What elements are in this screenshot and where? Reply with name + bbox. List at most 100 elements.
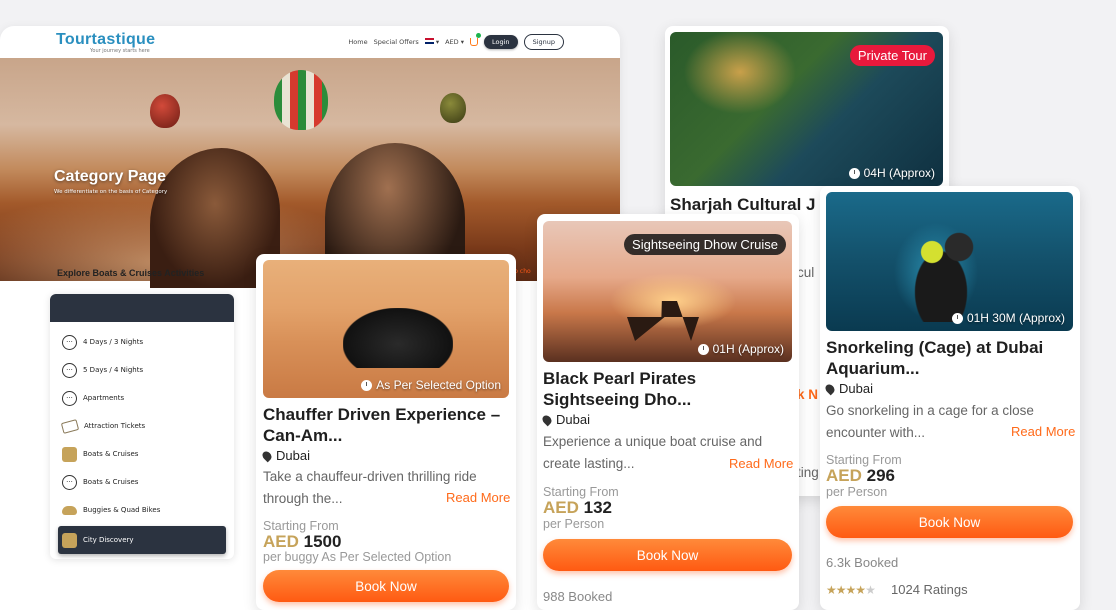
clock-icon xyxy=(697,343,709,355)
location: Dubai xyxy=(260,448,310,463)
snorkeler-image xyxy=(896,222,986,322)
currency-selector[interactable]: AED ▾ xyxy=(445,38,464,46)
explore-heading: Explore Boats & Cruises Activities xyxy=(57,268,205,278)
read-more-link[interactable]: Read More xyxy=(729,456,793,471)
balloon-image xyxy=(440,93,466,123)
price: AED 1500 xyxy=(263,532,341,552)
sidebar-item-label: Attraction Tickets xyxy=(84,422,146,430)
star-icon: ★ xyxy=(855,583,866,597)
book-now-button[interactable]: Book Now xyxy=(826,506,1073,538)
boat-icon xyxy=(62,446,77,462)
partial-booked-text: ting xyxy=(797,465,819,480)
dots-icon: ··· xyxy=(62,474,77,490)
language-selector[interactable]: ▾ xyxy=(424,38,439,46)
nav-special-offers[interactable]: Special Offers xyxy=(374,38,419,46)
starting-from-label: Starting From xyxy=(543,485,619,499)
sidebar-header xyxy=(50,294,234,322)
price-value: 132 xyxy=(583,498,613,517)
duration-text: 01H (Approx) xyxy=(712,342,784,356)
partial-book-button: k N xyxy=(797,387,819,402)
price-unit: per Person xyxy=(826,485,888,499)
sidebar-item-label: Buggies & Quad Bikes xyxy=(83,506,161,514)
tour-type-badge: Sightseeing Dhow Cruise xyxy=(624,234,786,255)
tour-card-snorkeling[interactable]: 01H 30M (Approx) Snorkeling (Cage) at Du… xyxy=(820,186,1080,610)
duration-label: As Per Selected Option xyxy=(361,378,501,392)
sidebar-item-label: Boats & Cruises xyxy=(83,450,139,458)
hero-subtitle: We differentiate on the basis of Categor… xyxy=(54,189,168,195)
login-button[interactable]: Login xyxy=(484,35,518,49)
balloon-image xyxy=(274,70,328,130)
tour-card-black-pearl[interactable]: Sightseeing Dhow Cruise 01H (Approx) Bla… xyxy=(537,214,799,610)
cart-icon[interactable] xyxy=(470,33,482,46)
sidebar-item-label: City Discovery xyxy=(83,536,134,544)
sidebar-list: ··· 4 Days / 3 Nights ··· 5 Days / 4 Nig… xyxy=(50,322,234,559)
tour-title[interactable]: Black Pearl Pirates Sightseeing Dho... xyxy=(543,368,792,410)
sidebar-item-label: Boats & Cruises xyxy=(83,478,139,486)
dots-icon: ··· xyxy=(62,390,77,406)
ticket-icon xyxy=(60,418,80,434)
sidebar-item-apartments[interactable]: ··· Apartments xyxy=(58,384,226,412)
logo-tagline: Your journey starts here xyxy=(90,47,150,54)
sidebar-item-label: 5 Days / 4 Nights xyxy=(83,366,144,374)
sidebar-item-buggies[interactable]: Buggies & Quad Bikes xyxy=(58,496,226,524)
book-now-button[interactable]: Book Now xyxy=(263,570,509,602)
rating-stars: ★★★★★ xyxy=(826,583,876,597)
tour-card-chauffer[interactable]: As Per Selected Option Chauffer Driven E… xyxy=(256,254,516,610)
uk-flag-icon xyxy=(424,38,434,44)
tour-image: 01H 30M (Approx) xyxy=(826,192,1073,331)
sidebar-item-label: Apartments xyxy=(83,394,125,402)
balloon-image xyxy=(150,94,180,128)
logo-text: Tourtastique xyxy=(56,30,156,48)
sidebar-item-label: 4 Days / 3 Nights xyxy=(83,338,144,346)
currency-label: AED xyxy=(445,38,459,46)
tour-title[interactable]: Sharjah Cultural J xyxy=(670,194,815,215)
duration-label: 04H (Approx) xyxy=(848,166,935,180)
star-empty-icon: ★ xyxy=(865,583,876,597)
logo[interactable]: Tourtastique Your journey starts here xyxy=(56,31,155,54)
ship-image xyxy=(627,261,699,341)
star-icon: ★ xyxy=(835,583,847,597)
signup-button[interactable]: Signup xyxy=(523,34,564,50)
dots-icon: ··· xyxy=(62,334,77,350)
partial-description: cul xyxy=(797,265,815,280)
price-currency: AED xyxy=(263,532,299,551)
clock-icon xyxy=(361,379,373,391)
tour-title[interactable]: Chauffer Driven Experience – Can-Am... xyxy=(263,404,509,446)
top-nav: Tourtastique Your journey starts here Ho… xyxy=(0,26,620,58)
location: Dubai xyxy=(540,412,590,427)
tour-image: Private Tour 04H (Approx) xyxy=(670,32,943,186)
sidebar-item-city-discovery[interactable]: City Discovery xyxy=(58,526,226,554)
nav-home[interactable]: Home xyxy=(348,38,367,46)
location: Dubai xyxy=(823,381,873,396)
book-now-button[interactable]: Book Now xyxy=(543,539,792,571)
price-value: 1500 xyxy=(303,532,342,551)
category-sidebar: ··· 4 Days / 3 Nights ··· 5 Days / 4 Nig… xyxy=(50,294,234,559)
location-pin-icon xyxy=(540,413,554,426)
sidebar-item-attraction-tickets[interactable]: Attraction Tickets xyxy=(58,412,226,440)
price: AED 132 xyxy=(543,498,612,518)
price-unit: per buggy As Per Selected Option xyxy=(263,550,452,564)
sidebar-item-5-days[interactable]: ··· 5 Days / 4 Nights xyxy=(58,356,226,384)
tour-title[interactable]: Snorkeling (Cage) at Dubai Aquarium... xyxy=(826,337,1073,379)
sidebar-item-4-days[interactable]: ··· 4 Days / 3 Nights xyxy=(58,328,226,356)
location-pin-icon xyxy=(260,449,274,462)
booked-count: 988 Booked xyxy=(543,589,613,604)
duration-text: 04H (Approx) xyxy=(863,166,935,180)
tour-image: As Per Selected Option xyxy=(263,260,509,398)
hero-title: Category Page xyxy=(54,168,167,185)
buggy-icon xyxy=(62,505,77,515)
tour-type-badge: Private Tour xyxy=(849,45,935,66)
clock-icon xyxy=(951,312,963,324)
location-pin-icon xyxy=(823,382,837,395)
read-more-link[interactable]: Read More xyxy=(446,490,510,505)
buggy-image xyxy=(343,308,453,368)
hero-banner: Category Page We differentiate on the ba… xyxy=(0,58,620,293)
read-more-link[interactable]: Read More xyxy=(1011,424,1075,439)
dots-icon: ··· xyxy=(62,362,77,378)
sidebar-item-boats-cruises-2[interactable]: ··· Boats & Cruises xyxy=(58,468,226,496)
clock-icon xyxy=(848,167,860,179)
star-icon: ★ xyxy=(826,583,837,597)
sidebar-item-boats-cruises[interactable]: Boats & Cruises xyxy=(58,440,226,468)
city-icon xyxy=(62,532,77,548)
duration-label: 01H (Approx) xyxy=(697,342,784,356)
